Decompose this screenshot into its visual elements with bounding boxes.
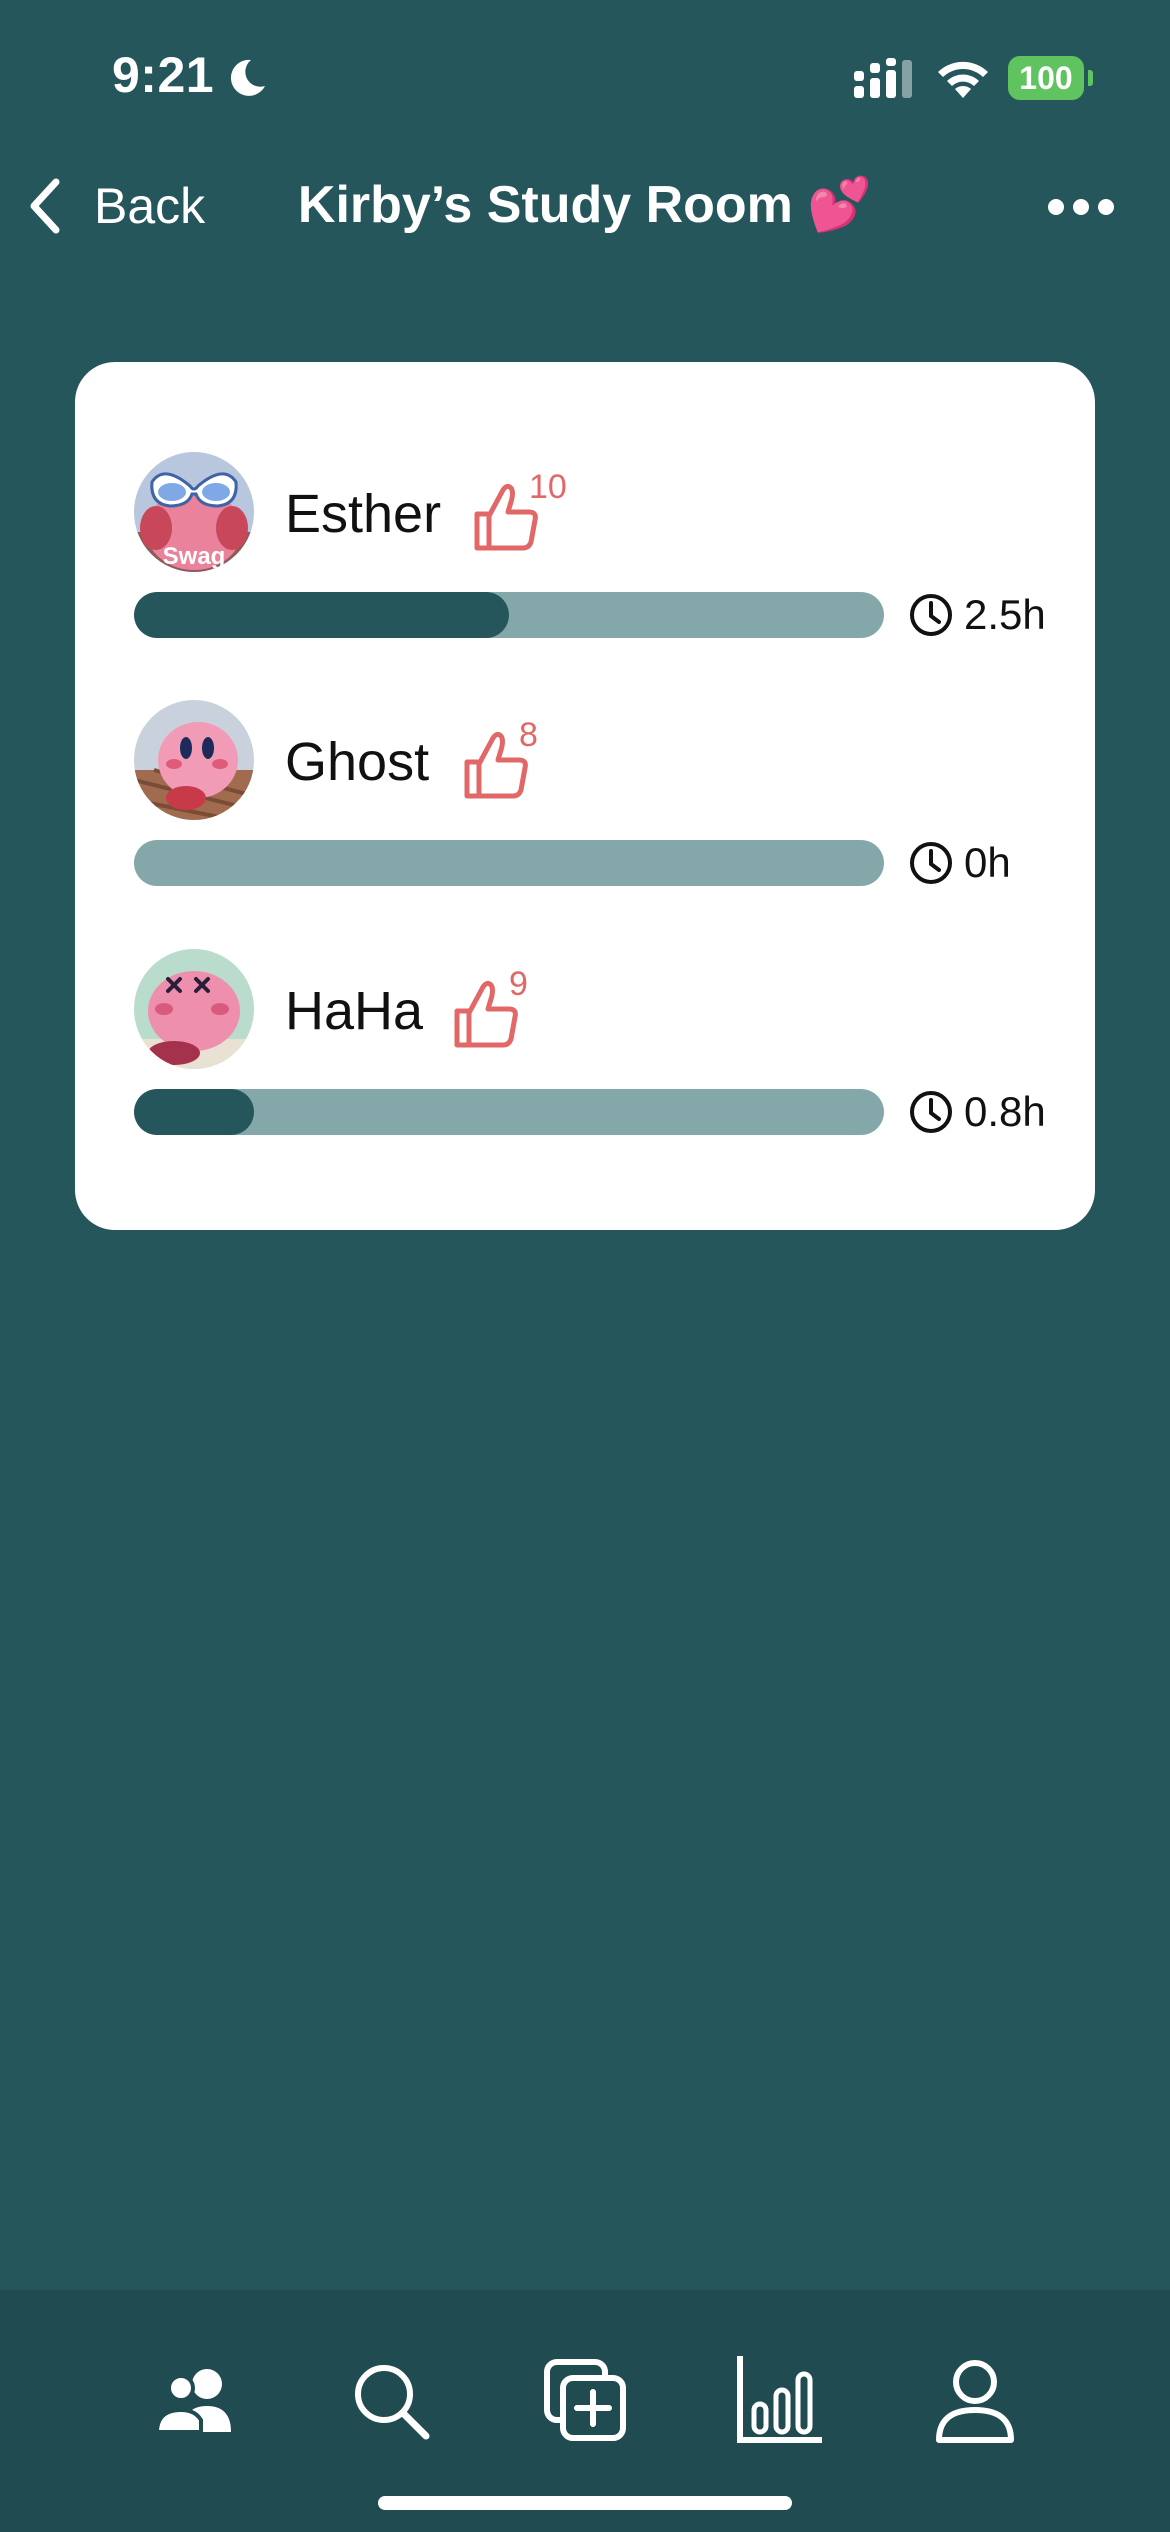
- member-name: HaHa: [285, 981, 424, 1041]
- like-button[interactable]: 10: [473, 468, 567, 560]
- like-count: 10: [529, 468, 567, 506]
- cellular-signal-icon: [854, 58, 912, 98]
- like-count: 9: [509, 965, 528, 1003]
- battery-level: 100: [1019, 60, 1073, 96]
- tab-profile[interactable]: [925, 2350, 1025, 2450]
- member-row: Ghost 8 0h: [75, 700, 1095, 910]
- clock-icon: [910, 1091, 952, 1133]
- more-horizontal-icon[interactable]: [1046, 196, 1116, 218]
- study-hours: 0.8h: [964, 1088, 1046, 1135]
- study-progress-bar: [134, 592, 884, 638]
- tab-friends[interactable]: [145, 2350, 245, 2450]
- back-label: Back: [94, 178, 206, 234]
- tab-add[interactable]: [535, 2350, 635, 2450]
- study-progress-bar: [134, 1089, 884, 1135]
- search-icon: [355, 2365, 430, 2440]
- study-hours: 2.5h: [964, 591, 1046, 638]
- battery-nub: [1088, 70, 1093, 86]
- member-row: HaHa 9 0.8h: [75, 949, 1095, 1159]
- avatar-caption: Swag: [163, 543, 226, 570]
- like-count: 8: [519, 716, 538, 754]
- chevron-left-icon: [30, 178, 60, 234]
- study-progress-bar: [134, 840, 884, 886]
- member-row: Swag Esther 10 2.5h: [75, 452, 1095, 662]
- status-bar: 9:21 100: [0, 0, 1170, 150]
- tab-search[interactable]: [340, 2350, 440, 2450]
- moon-icon: [230, 59, 265, 96]
- battery-indicator: 100: [1008, 56, 1093, 100]
- status-time: 9:21: [112, 47, 215, 103]
- progress-fill: [134, 1089, 254, 1135]
- people-icon: [154, 2369, 231, 2434]
- person-icon: [936, 2360, 1014, 2443]
- like-button[interactable]: 9: [453, 965, 543, 1057]
- add-copy-icon: [544, 2359, 626, 2441]
- kirby-basket-avatar[interactable]: [134, 700, 254, 820]
- home-indicator: [378, 2496, 792, 2510]
- kirby-sunglasses-avatar[interactable]: Swag: [134, 452, 254, 572]
- page-title: Kirby’s Study Room 💕: [297, 176, 873, 234]
- tab-stats[interactable]: [730, 2350, 830, 2450]
- progress-fill: [134, 592, 509, 638]
- clock-icon: [910, 842, 952, 884]
- clock-icon: [910, 594, 952, 636]
- member-name: Ghost: [285, 732, 430, 792]
- back-button[interactable]: Back: [24, 176, 205, 236]
- wifi-icon: [938, 61, 988, 98]
- member-name: Esther: [285, 484, 442, 544]
- study-hours: 0h: [964, 839, 1011, 886]
- bar-chart-icon: [737, 2356, 822, 2443]
- kirby-dizzy-avatar[interactable]: [134, 949, 254, 1069]
- like-button[interactable]: 8: [463, 716, 553, 808]
- study-members-card: Swag Esther 10 2.5h Ghost 8 0h HaHa 9 0.…: [75, 362, 1095, 1230]
